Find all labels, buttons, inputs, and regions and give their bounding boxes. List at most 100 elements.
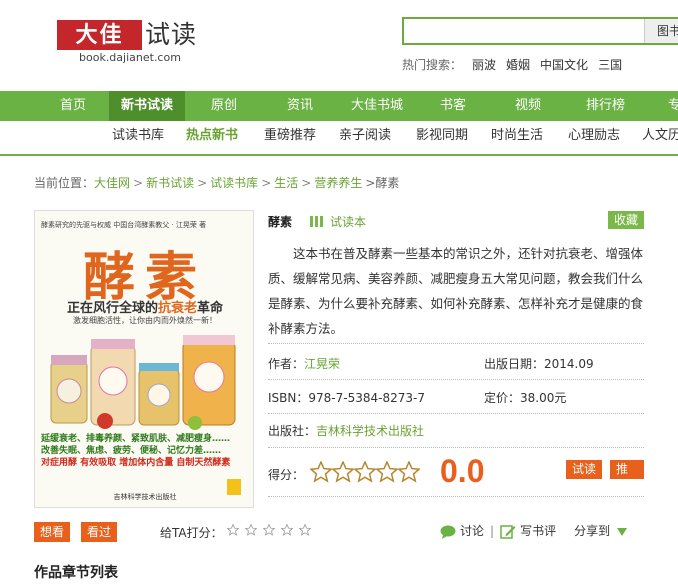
nav-topic[interactable]: 专 xyxy=(668,91,678,121)
nav-original[interactable]: 原创 xyxy=(211,91,237,121)
cover-jars-illustration xyxy=(50,335,236,430)
divider xyxy=(268,413,644,414)
recommend-button[interactable]: 推荐 xyxy=(610,460,644,495)
nav-bookstore[interactable]: 大佳书城 xyxy=(351,91,403,121)
price-label: 定价： xyxy=(484,391,521,405)
read-trial-button[interactable]: 试读 xyxy=(566,460,603,479)
publish-date: 2014.09 xyxy=(544,357,594,371)
search-button[interactable]: 图书 xyxy=(644,19,678,43)
rating-label: 得分： xyxy=(268,468,305,482)
rating-row: 得分： 0.0 试读 推荐 xyxy=(268,453,644,495)
publisher-link[interactable]: 吉林科学技术出版社 xyxy=(316,424,424,438)
nav-ranking[interactable]: 排行榜 xyxy=(586,91,625,121)
breadcrumb-link[interactable]: 新书试读 xyxy=(146,176,194,190)
sub-nav: 试读书库 热点新书 重磅推荐 亲子阅读 影视同期 时尚生活 心理励志 人文历 xyxy=(0,121,678,156)
book-title-row: 酵素 试读本 收藏 xyxy=(268,211,644,231)
share-link[interactable]: 分享到 xyxy=(574,524,610,538)
isbn-label: ISBN： xyxy=(268,391,309,405)
favorite-button[interactable]: 收藏 xyxy=(607,211,644,229)
publisher-label: 出版社： xyxy=(268,424,317,438)
search-input[interactable] xyxy=(404,19,642,43)
have-read-button[interactable]: 看过 xyxy=(81,522,118,542)
nav-video[interactable]: 视频 xyxy=(515,91,541,121)
date-label: 出版日期： xyxy=(484,357,545,371)
publisher-stamp-icon xyxy=(227,479,241,495)
write-review-link[interactable]: 写书评 xyxy=(520,524,556,538)
logo-red-box: 大佳 xyxy=(57,20,142,50)
hot-word[interactable]: 婚姻 xyxy=(506,58,530,72)
cover-publisher: 吉林科学技术出版社 xyxy=(113,493,177,501)
nav-home[interactable]: 首页 xyxy=(60,91,86,121)
breadcrumb-link[interactable]: 生活 xyxy=(274,176,298,190)
star-icon[interactable] xyxy=(309,460,333,483)
trial-label[interactable]: 试读本 xyxy=(330,213,366,230)
chevron-down-icon[interactable] xyxy=(616,527,628,537)
hot-search: 热门搜索： 丽波 婚姻 中国文化 三国 xyxy=(402,56,622,73)
cover-blurb: 延缓衰老、排毒养颜、紧致肌肤、减肥瘦身…… 改善失眠、焦虑、疲劳、便秘、记忆力差… xyxy=(41,433,249,503)
subnav-psychology[interactable]: 心理励志 xyxy=(568,121,620,151)
book-description: 这本书在普及酵素一些基本的常识之外，还针对抗衰老、增强体质、缓解常见病、美容养颜… xyxy=(268,246,644,336)
star-icon[interactable] xyxy=(298,523,312,536)
hot-word[interactable]: 丽波 xyxy=(472,58,496,72)
breadcrumb-sep: > xyxy=(197,176,208,190)
star-icon[interactable] xyxy=(353,460,377,483)
star-icon[interactable] xyxy=(244,523,258,536)
star-icon[interactable] xyxy=(280,523,294,536)
trial-book-icon xyxy=(310,216,323,227)
divider xyxy=(268,447,644,448)
subnav-parenting[interactable]: 亲子阅读 xyxy=(339,121,391,151)
discuss-link[interactable]: 讨论 xyxy=(460,524,484,538)
cover-sub-prefix: 正在风行全球的 xyxy=(66,301,158,316)
subnav-humanities[interactable]: 人文历 xyxy=(642,121,678,151)
subnav-hot-new-books[interactable]: 热点新书 xyxy=(186,121,238,151)
breadcrumb-sep: > xyxy=(261,176,272,190)
cover-blurb-line: 延缓衰老、排毒养颜、紧致肌肤、减肥瘦身…… xyxy=(41,434,231,444)
subnav-film-tie-in[interactable]: 影视同期 xyxy=(416,121,468,151)
action-links: 讨论 | 写书评 分享到 xyxy=(440,522,632,539)
write-review-icon xyxy=(500,524,516,539)
comment-icon xyxy=(440,525,456,539)
divider xyxy=(268,343,644,344)
want-to-read-button[interactable]: 想看 xyxy=(34,522,71,542)
give-score-stars[interactable] xyxy=(226,523,317,539)
breadcrumb-prefix: 当前位置： xyxy=(34,176,95,190)
star-icon[interactable] xyxy=(397,460,421,483)
nav-new-book-trial[interactable]: 新书试读 xyxy=(109,91,186,121)
book-title: 酵素 xyxy=(268,215,293,229)
cover-sub-highlight: 抗衰老 xyxy=(157,301,197,316)
subnav-featured[interactable]: 重磅推荐 xyxy=(264,121,316,151)
nav-news[interactable]: 资讯 xyxy=(287,91,313,121)
logo-dark-word: 试读 xyxy=(145,20,198,49)
cover-sub-suffix: 革命 xyxy=(197,301,224,316)
breadcrumb-sep: > xyxy=(301,176,312,190)
rating-score: 0.0 xyxy=(440,453,485,489)
hot-word[interactable]: 三国 xyxy=(598,58,622,72)
cover-blurb-line: 改善失眠、焦虑、疲劳、便秘、记忆力差…… xyxy=(41,446,222,456)
price-value: 38.00元 xyxy=(520,391,567,405)
breadcrumb-link[interactable]: 营养养生 xyxy=(314,176,362,190)
main-nav: 首页 新书试读 原创 资讯 大佳书城 书客 视频 排行榜 专 xyxy=(0,91,678,121)
cover-top-line: 酵素研究的先驱与权威 中国台湾酵素教父 · 江晃荣 著 xyxy=(41,221,207,229)
book-cover[interactable]: 酵素研究的先驱与权威 中国台湾酵素教父 · 江晃荣 著 酵素 正在风行全球的抗衰… xyxy=(34,210,254,508)
author-label: 作者： xyxy=(268,357,305,371)
search-box: 图书 xyxy=(402,17,678,45)
site-logo[interactable]: 大佳 试读 book.dajianet.com xyxy=(57,20,207,70)
nav-bookclub[interactable]: 书客 xyxy=(440,91,466,121)
star-icon[interactable] xyxy=(375,460,399,483)
breadcrumb-sep: > xyxy=(133,176,144,190)
subnav-lifestyle[interactable]: 时尚生活 xyxy=(491,121,543,151)
breadcrumb: 当前位置：大佳网 > 新书试读 > 试读书库 > 生活 > 营养养生 >酵素 xyxy=(34,174,399,191)
hot-search-label: 热门搜索： xyxy=(402,58,463,72)
divider xyxy=(268,379,644,380)
author-link[interactable]: 江晃荣 xyxy=(304,357,340,371)
info-row-publisher: 出版社：吉林科学技术出版社 xyxy=(268,422,644,442)
star-icon[interactable] xyxy=(262,523,276,536)
hot-word[interactable]: 中国文化 xyxy=(540,58,588,72)
info-row-author: 作者：江晃荣 出版日期：2014.09 xyxy=(268,355,644,375)
breadcrumb-link[interactable]: 大佳网 xyxy=(94,176,130,190)
breadcrumb-link[interactable]: 试读书库 xyxy=(210,176,258,190)
star-icon[interactable] xyxy=(226,523,240,536)
subnav-trial-library[interactable]: 试读书库 xyxy=(112,121,164,151)
star-icon[interactable] xyxy=(331,460,355,483)
logo-domain: book.dajianet.com xyxy=(79,51,181,64)
